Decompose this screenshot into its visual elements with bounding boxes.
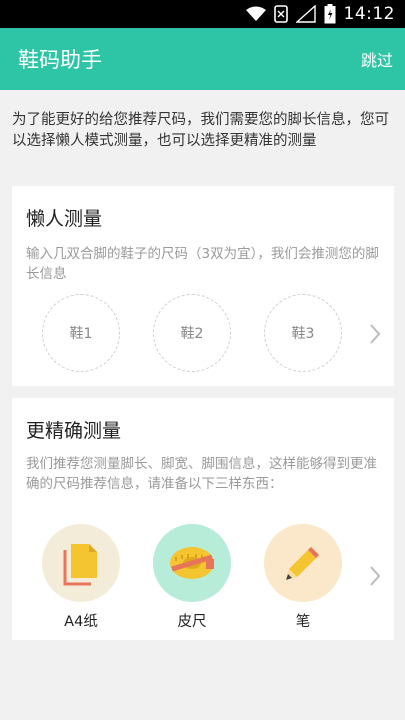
- wifi-icon: [245, 6, 266, 22]
- paper-icon: [63, 544, 97, 586]
- battery-icon: [324, 4, 336, 24]
- shoe-slot-2[interactable]: 鞋2: [153, 294, 231, 372]
- tool-label: 笔: [295, 614, 311, 630]
- lazy-measure-card[interactable]: 懒人测量 输入几双合脚的鞋子的尺码（3双为宜），我们会推测您的脚长信息 鞋1 鞋…: [12, 186, 394, 386]
- pencil-icon: [286, 547, 319, 580]
- lazy-measure-title: 懒人测量: [26, 208, 103, 230]
- signal-icon: [295, 5, 316, 23]
- intro-text: 为了能更好的给您推荐尺码，我们需要您的脚长信息，您可以选择懒人模式测量，也可以选…: [12, 112, 389, 149]
- precise-measure-title: 更精确测量: [26, 420, 122, 442]
- tape-measure-icon: [170, 547, 214, 579]
- status-time: 14:12: [343, 4, 395, 24]
- status-bar: 14:12: [0, 0, 405, 28]
- precise-measure-desc: 我们推荐您测量脚长、脚宽、脚围信息，这样能够得到更准确的尺码推荐信息，请准备以下…: [26, 456, 377, 492]
- page-title: 鞋码助手: [18, 48, 102, 72]
- shoe-slot-3[interactable]: 鞋3: [264, 294, 342, 372]
- chevron-right-icon[interactable]: [368, 565, 382, 587]
- alarm-icon: [273, 5, 288, 23]
- tool-pencil: [264, 524, 342, 602]
- chevron-right-icon[interactable]: [368, 323, 382, 345]
- shoe-slot-label: 鞋1: [69, 326, 93, 342]
- shoe-slot-1[interactable]: 鞋1: [42, 294, 120, 372]
- tool-label: 皮尺: [177, 614, 207, 630]
- lazy-measure-desc: 输入几双合脚的鞋子的尺码（3双为宜），我们会推测您的脚长信息: [26, 246, 379, 282]
- skip-button[interactable]: 跳过: [361, 47, 393, 71]
- precise-measure-card[interactable]: 更精确测量 我们推荐您测量脚长、脚宽、脚围信息，这样能够得到更准确的尺码推荐信息…: [12, 398, 394, 640]
- tool-tape-measure: [153, 524, 231, 602]
- shoe-slot-label: 鞋3: [291, 326, 315, 342]
- tool-label: A4纸: [64, 614, 98, 630]
- app-bar: 鞋码助手 跳过: [0, 28, 405, 90]
- tool-a4-paper: [42, 524, 120, 602]
- shoe-slot-label: 鞋2: [180, 326, 204, 342]
